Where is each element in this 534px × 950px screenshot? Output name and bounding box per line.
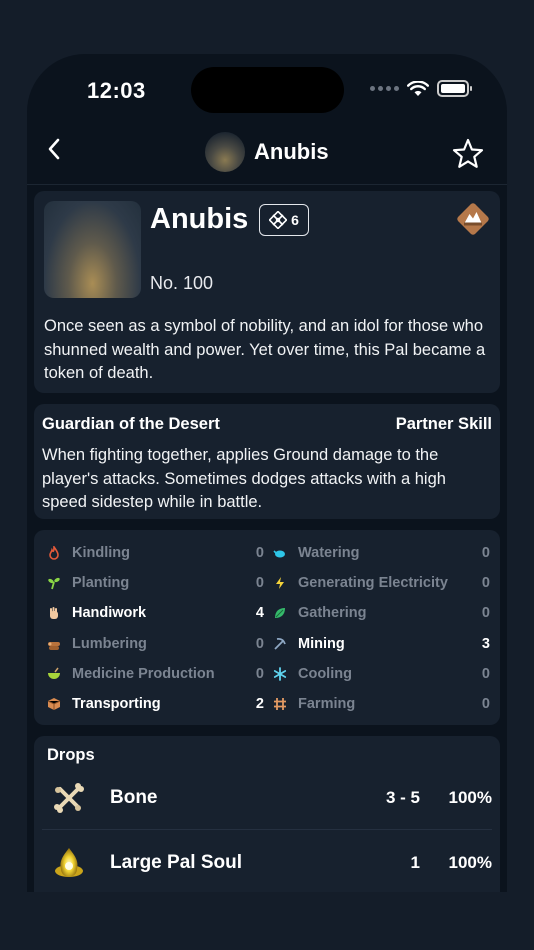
snowflake-icon <box>272 666 288 682</box>
hand-icon <box>46 605 62 621</box>
work-row-watering: Watering 0 <box>272 538 490 568</box>
work-row-medicine-production: Medicine Production 0 <box>46 659 264 689</box>
partner-skill-name: Guardian of the Desert <box>42 415 220 433</box>
work-row-handiwork: Handiwork 4 <box>46 598 264 628</box>
work-speed-value: 6 <box>291 212 299 228</box>
drop-rate: 100% <box>448 853 492 872</box>
work-column-right: Watering 0 Generating Electricity 0 Gath… <box>272 538 490 719</box>
drops-title: Drops <box>47 746 95 764</box>
drop-quantity: 1 <box>410 853 420 872</box>
work-row-gathering: Gathering 0 <box>272 598 490 628</box>
bowl-icon <box>46 666 62 682</box>
partner-skill-card: Guardian of the Desert Partner Skill Whe… <box>34 404 500 519</box>
battery-icon <box>437 80 472 97</box>
drop-name: Large Pal Soul <box>110 852 242 873</box>
pal-image <box>44 201 141 298</box>
dynamic-island <box>191 67 344 113</box>
work-row-kindling: Kindling 0 <box>46 538 264 568</box>
work-row-transporting: Transporting 2 <box>46 689 264 719</box>
pal-soul-icon <box>55 848 83 877</box>
drop-row-large-pal-soul[interactable]: Large Pal Soul 1 100% <box>42 831 492 895</box>
log-icon <box>46 636 62 652</box>
pal-number: No. 100 <box>150 273 214 293</box>
nav-title: Anubis <box>254 139 329 164</box>
bottom-background <box>0 892 534 950</box>
drop-rate: 100% <box>448 787 492 807</box>
work-row-planting: Planting 0 <box>46 568 264 598</box>
wifi-icon <box>407 80 429 96</box>
watering-can-icon <box>272 545 288 561</box>
nav-header: Anubis <box>205 132 329 172</box>
sprout-icon <box>46 575 62 591</box>
ground-element-icon <box>457 203 489 235</box>
work-row-farming: Farming 0 <box>272 689 490 719</box>
partner-skill-description: When fighting together, applies Ground d… <box>42 446 446 511</box>
work-column-left: Kindling 0 Planting 0 Handiwork 4 Lumber… <box>46 538 264 719</box>
work-row-cooling: Cooling 0 <box>272 659 490 689</box>
bone-icon <box>54 782 84 813</box>
work-row-lumbering: Lumbering 0 <box>46 629 264 659</box>
flame-icon <box>46 545 62 561</box>
pal-info-card: Anubis 6 No. 100 Once seen as a symbol o… <box>34 191 500 393</box>
drop-row-bone[interactable]: Bone 3 - 5 100% <box>42 766 492 830</box>
leaf-icon <box>272 605 288 621</box>
pickaxe-icon <box>272 636 288 652</box>
drops-card: Drops Bone 3 - 5 100% Large Pal Soul 1 1… <box>34 736 500 906</box>
drop-quantity: 3 - 5 <box>385 787 420 807</box>
drop-name: Bone <box>110 786 158 808</box>
back-chevron-icon[interactable] <box>41 134 71 164</box>
work-speed-icon <box>269 211 288 229</box>
pal-name: Anubis <box>150 203 249 235</box>
nav-divider <box>27 184 507 185</box>
work-suitability-card: Kindling 0 Planting 0 Handiwork 4 Lumber… <box>34 530 500 725</box>
pal-avatar <box>205 132 245 172</box>
box-icon <box>46 696 62 712</box>
status-time: 12:03 <box>87 78 146 103</box>
signal-dots-icon <box>370 86 399 91</box>
work-row-generating-electricity: Generating Electricity 0 <box>272 568 490 598</box>
work-row-mining: Mining 3 <box>272 629 490 659</box>
partner-skill-label: Partner Skill <box>395 415 492 433</box>
phone-screen: 12:03 Anubis Anubis 6 No. 100 Once seen … <box>27 54 507 950</box>
pal-description: Once seen as a symbol of nobility, and a… <box>44 317 486 382</box>
work-speed-badge: 6 <box>259 204 309 236</box>
lightning-icon <box>272 575 288 591</box>
ranch-icon <box>272 696 288 712</box>
favorite-star-icon[interactable] <box>451 137 485 171</box>
status-icons <box>370 80 472 97</box>
